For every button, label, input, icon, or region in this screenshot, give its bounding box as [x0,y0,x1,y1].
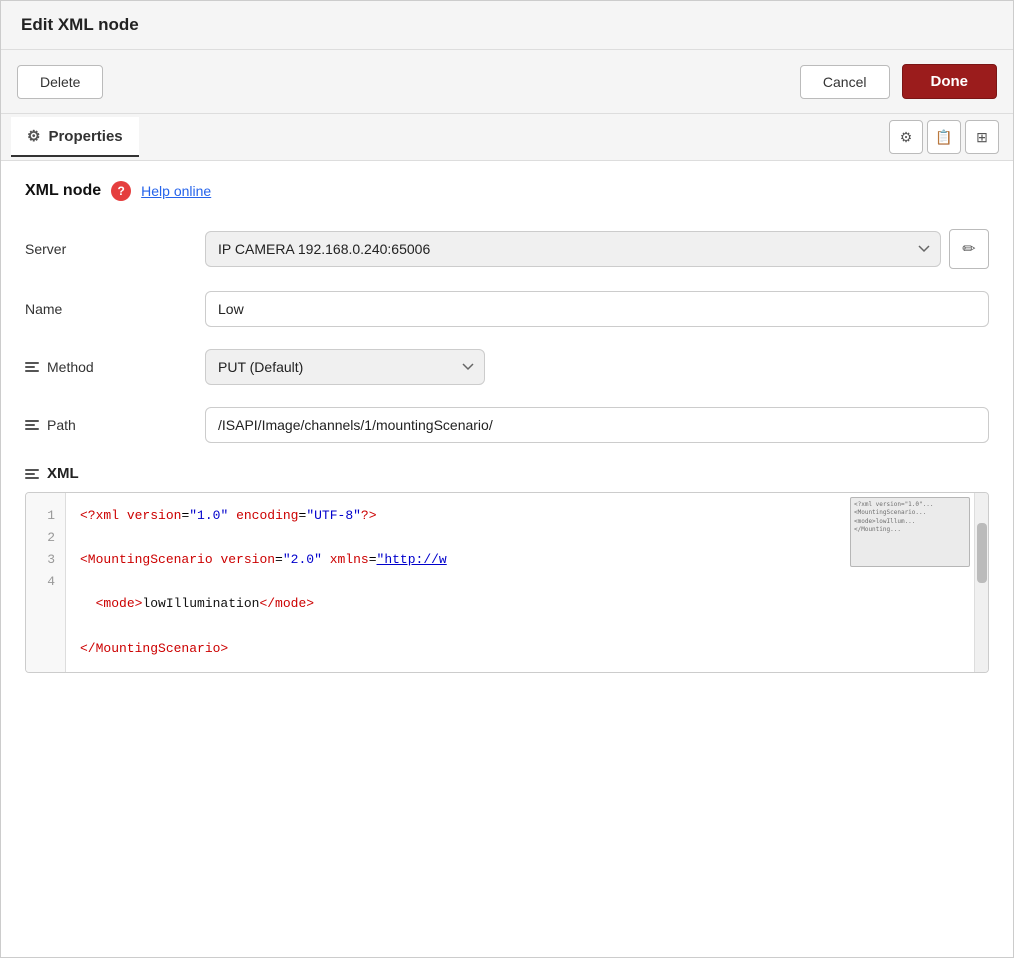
name-label: Name [25,301,205,317]
server-control-wrap: IP CAMERA 192.168.0.240:65006 ✏ [205,229,989,269]
grid-action-button[interactable]: ⊞ [965,120,999,154]
path-label: Path [25,417,205,433]
name-control-wrap [205,291,989,327]
help-icon: ? [111,181,131,201]
scrollbar[interactable] [974,493,988,672]
node-header: XML node ? Help online [25,181,989,201]
method-select[interactable]: PUT (Default) GET POST DELETE [205,349,485,385]
dialog-title-text: Edit XML node [21,15,139,34]
tab-actions: ⚙ 📋 ⊞ [885,114,1003,160]
properties-gear-icon: ⚙ [27,127,40,145]
settings-action-button[interactable]: ⚙ [889,120,923,154]
method-label: Method [25,359,205,375]
cancel-button[interactable]: Cancel [800,65,890,99]
done-button[interactable]: Done [902,64,998,99]
content: XML node ? Help online Server IP CAMERA … [1,161,1013,957]
path-lines-icon [25,420,39,430]
xml-node-title: XML node [25,182,101,200]
method-select-wrap: PUT (Default) GET POST DELETE [205,349,485,385]
server-label: Server [25,241,205,257]
server-row: Server IP CAMERA 192.168.0.240:65006 ✏ [25,229,989,269]
xml-lines-icon [25,469,39,479]
xml-editor[interactable]: 1 2 3 4 <?xml version="1.0" encoding="UT… [25,492,989,673]
help-link[interactable]: Help online [141,183,211,199]
server-select[interactable]: IP CAMERA 192.168.0.240:65006 [205,231,941,267]
xml-label: XML [25,465,989,482]
line-numbers: 1 2 3 4 [26,493,66,672]
tab-properties-label: Properties [48,128,122,145]
tabs-bar: ⚙ Properties ⚙ 📋 ⊞ [1,114,1013,161]
tab-properties[interactable]: ⚙ Properties [11,117,139,157]
path-row: Path [25,407,989,443]
method-lines-icon [25,362,39,372]
xml-section: XML 1 2 3 4 <?xml version="1.0" encoding… [25,465,989,673]
scrollbar-thumb[interactable] [977,523,987,583]
xml-thumbnail: <?xml version="1.0"... <MountingScenario… [850,497,970,567]
server-edit-button[interactable]: ✏ [949,229,989,269]
name-input[interactable] [205,291,989,327]
toolbar: Delete Cancel Done [1,50,1013,114]
name-row: Name [25,291,989,327]
copy-action-button[interactable]: 📋 [927,120,961,154]
server-select-wrap: IP CAMERA 192.168.0.240:65006 [205,231,941,267]
dialog: Edit XML node Delete Cancel Done ⚙ Prope… [0,0,1014,958]
delete-button[interactable]: Delete [17,65,103,99]
method-control-wrap: PUT (Default) GET POST DELETE [205,349,989,385]
path-control-wrap [205,407,989,443]
dialog-title: Edit XML node [1,1,1013,50]
method-row: Method PUT (Default) GET POST DELETE [25,349,989,385]
path-input[interactable] [205,407,989,443]
